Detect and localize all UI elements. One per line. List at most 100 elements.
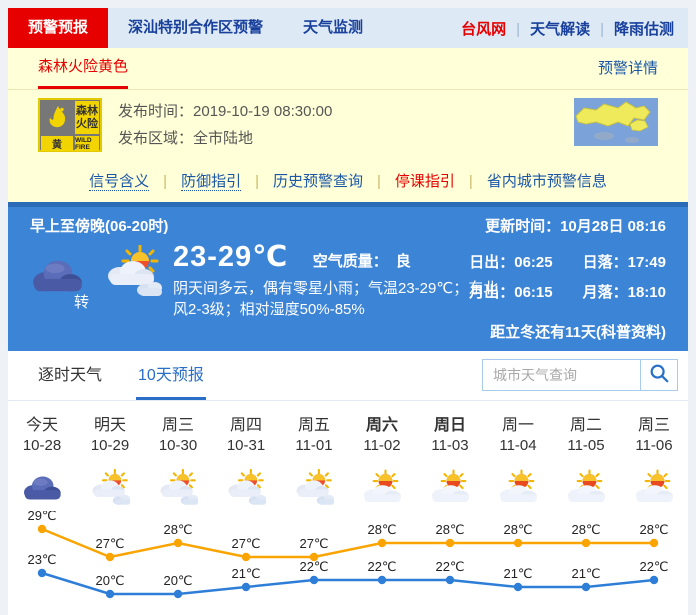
publish-area-value: 全市陆地 <box>193 130 253 147</box>
weather-page: 预警预报深汕特别合作区预警天气监测 台风网天气解读降雨估测 森林火险黄色 预警详… <box>8 8 688 615</box>
forecast-date: 11-04 <box>484 437 552 465</box>
sun-cloud-icon <box>484 469 552 507</box>
forecast-day-names: 今天明天周三周四周五周六周日周一周二周三 <box>8 401 688 437</box>
low-temp-label: 23℃ <box>27 552 56 567</box>
tab-ten-day-forecast[interactable]: 10天预报 <box>136 355 206 400</box>
nav-tab[interactable]: 预警预报 <box>8 8 108 48</box>
forecast-day-name: 周三 <box>620 411 688 437</box>
temp-line: 23-29℃ 空气质量： 良 <box>173 239 503 274</box>
low-temp-label: 21℃ <box>503 566 532 581</box>
warning-section: 森林火险黄色 预警详情 森林 火险 黄 WILD FIRE 发布时间：2019-… <box>8 48 688 202</box>
temperature-range: 23-29℃ <box>173 241 288 273</box>
low-temp-point <box>106 590 114 598</box>
search-button[interactable] <box>640 359 678 391</box>
search-input[interactable] <box>482 359 640 391</box>
current-weather-header: 早上至傍晚(06-20时) 更新时间：10月28日 08:16 <box>8 207 688 236</box>
link-separator: | <box>377 173 381 190</box>
forecast-date: 10-30 <box>144 437 212 465</box>
high-temp-label: 27℃ <box>299 536 328 551</box>
high-temp-point <box>378 539 386 547</box>
warning-link[interactable]: 历史预警查询 <box>273 173 363 190</box>
tab-hourly-weather[interactable]: 逐时天气 <box>36 355 104 400</box>
sun-cloud-icon <box>416 469 484 507</box>
publish-time-value: 2019-10-19 08:30:00 <box>193 103 332 120</box>
low-temp-label: 22℃ <box>367 559 396 574</box>
high-temp-label: 28℃ <box>163 522 192 537</box>
high-temp-label: 28℃ <box>639 522 668 537</box>
high-temp-label: 29℃ <box>27 511 56 523</box>
link-separator: | <box>255 173 259 190</box>
forecast-day-name: 明天 <box>76 411 144 437</box>
warning-map-thumbnail[interactable] <box>574 98 658 146</box>
low-temp-label: 20℃ <box>163 573 192 588</box>
warning-link[interactable]: 信号含义 <box>89 173 149 191</box>
low-temp-point <box>242 583 250 591</box>
low-temp-label: 22℃ <box>299 559 328 574</box>
transition-label: 转 <box>74 291 89 312</box>
high-temp-label: 27℃ <box>231 536 260 551</box>
current-weather-section: 早上至傍晚(06-20时) 更新时间：10月28日 08:16 转 23-29℃… <box>8 202 688 351</box>
forecast-day-name: 周三 <box>144 411 212 437</box>
forecast-tab-bar: 逐时天气 10天预报 <box>8 351 688 401</box>
warning-details-link[interactable]: 预警详情 <box>598 48 658 89</box>
high-temp-label: 28℃ <box>571 522 600 537</box>
ten-day-forecast: 今天明天周三周四周五周六周日周一周二周三 10-2810-2910-3010-3… <box>8 401 688 615</box>
high-temp-point <box>582 539 590 547</box>
warning-tab-forest-fire[interactable]: 森林火险黄色 <box>38 48 128 89</box>
nav-tab[interactable]: 天气监测 <box>283 8 383 48</box>
link-separator: | <box>163 173 167 190</box>
solar-term-note[interactable]: 距立冬还有11天(科普资料) <box>490 321 666 342</box>
forecast-date: 10-29 <box>76 437 144 465</box>
nav-link[interactable]: 降雨估测 <box>590 18 674 39</box>
nav-link[interactable]: 台风网 <box>461 18 506 39</box>
warning-link[interactable]: 省内城市预警信息 <box>487 173 607 190</box>
air-quality-value: 良 <box>396 253 411 270</box>
sun-cloud-icon <box>144 469 212 507</box>
high-temp-point <box>650 539 658 547</box>
low-temp-point <box>650 576 658 584</box>
warning-link[interactable]: 防御指引 <box>181 173 241 191</box>
low-temp-label: 22℃ <box>639 559 668 574</box>
low-temp-point <box>174 590 182 598</box>
moonrise: 月出：06:15 <box>469 281 552 302</box>
high-temp-label: 28℃ <box>435 522 464 537</box>
forecast-day-name: 周六 <box>348 411 416 437</box>
low-temp-label: 21℃ <box>571 566 600 581</box>
nav-tabs: 预警预报深汕特别合作区预警天气监测 <box>8 8 383 48</box>
period-label: 早上至傍晚(06-20时) <box>30 215 168 236</box>
forest-fire-warning-badge: 森林 火险 黄 WILD FIRE <box>38 98 102 152</box>
forecast-date: 11-02 <box>348 437 416 465</box>
sun-cloud-icon <box>348 469 416 507</box>
moonset: 月落：18:10 <box>583 281 666 302</box>
warning-link[interactable]: 停课指引 <box>395 173 455 190</box>
warning-tab-row: 森林火险黄色 预警详情 <box>8 48 688 90</box>
warning-body: 森林 火险 黄 WILD FIRE 发布时间：2019-10-19 08:30:… <box>8 90 688 166</box>
link-separator: | <box>469 173 473 190</box>
badge-level: 黄 <box>41 136 73 151</box>
forecast-icons <box>8 465 688 511</box>
nav-link[interactable]: 天气解读 <box>506 18 590 39</box>
warning-links-row: 信号含义 | 防御指引 | 历史预警查询 | 停课指引 | 省内城市预警信息 <box>8 166 688 202</box>
badge-level-en: WILD FIRE <box>75 136 99 151</box>
high-temp-point <box>106 553 114 561</box>
high-temp-point <box>514 539 522 547</box>
forecast-tabs: 逐时天气 10天预报 <box>36 355 238 400</box>
flame-icon <box>41 101 73 134</box>
publish-area-line: 发布区域：全市陆地 <box>118 125 332 152</box>
low-temp-point <box>38 569 46 577</box>
forecast-date: 11-03 <box>416 437 484 465</box>
forecast-day-name: 周一 <box>484 411 552 437</box>
low-temp-point <box>582 583 590 591</box>
forecast-date: 11-01 <box>280 437 348 465</box>
badge-title-line2: 火险 <box>75 118 99 131</box>
temperature-line-chart: 29℃27℃28℃27℃27℃28℃28℃28℃28℃28℃23℃20℃20℃2… <box>8 511 688 615</box>
low-temp-line <box>42 573 654 594</box>
nav-tab[interactable]: 深汕特别合作区预警 <box>108 8 283 48</box>
badge-title: 森林 火险 <box>75 101 99 134</box>
low-temp-label: 22℃ <box>435 559 464 574</box>
forecast-day-name: 周日 <box>416 411 484 437</box>
air-quality-label: 空气质量： <box>313 253 388 270</box>
warning-info: 发布时间：2019-10-19 08:30:00 发布区域：全市陆地 <box>118 98 332 152</box>
forecast-date: 10-28 <box>8 437 76 465</box>
update-time: 更新时间：10月28日 08:16 <box>485 215 666 236</box>
